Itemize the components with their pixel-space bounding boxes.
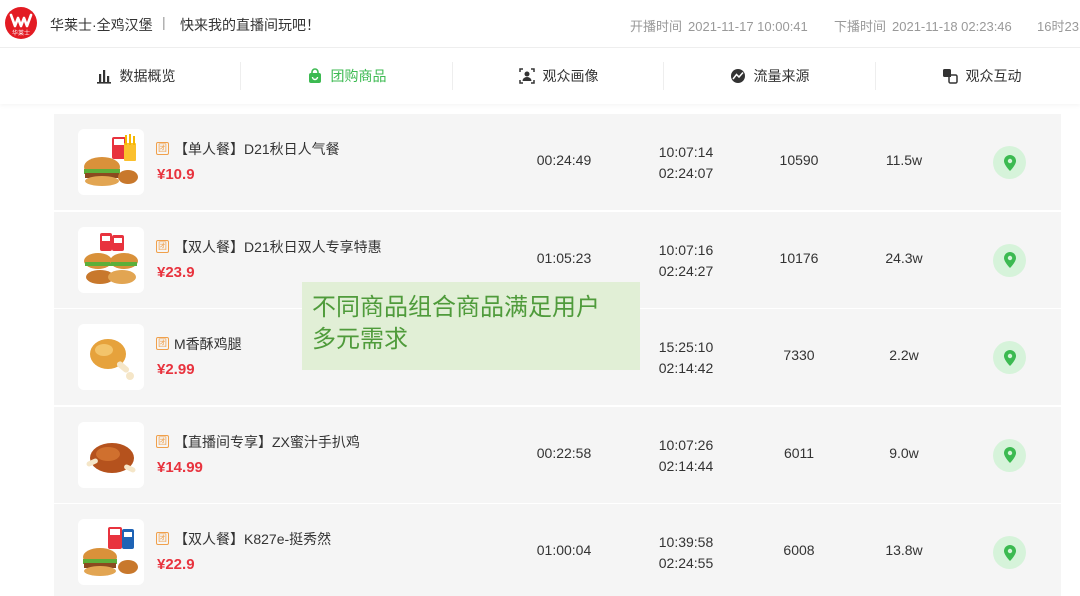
time-end: 02:24:07 bbox=[658, 165, 714, 181]
product-price: ¥22.9 bbox=[157, 556, 195, 573]
group-buy-tag: 团 bbox=[156, 337, 169, 350]
traffic-source-icon bbox=[730, 69, 745, 83]
explain-duration: 01:00:04 bbox=[536, 542, 592, 558]
location-pin-icon bbox=[1003, 154, 1016, 171]
tab-label: 流量来源 bbox=[753, 68, 810, 84]
explain-duration: 00:24:49 bbox=[536, 152, 592, 168]
location-pin-icon bbox=[1003, 252, 1016, 268]
location-pin-icon bbox=[1003, 349, 1016, 366]
double-combo-image bbox=[84, 232, 138, 284]
tab-label: 观众画像 bbox=[542, 68, 599, 84]
listing-time: 10:07:26 02:14:44 bbox=[646, 435, 726, 477]
locate-button[interactable] bbox=[993, 438, 1026, 472]
product-name[interactable]: 【单人餐】D21秋日人气餐 bbox=[174, 139, 340, 159]
live-slogan: 快来我的直播间玩吧！ bbox=[180, 17, 320, 33]
tab-traffic-source[interactable]: 流量来源 bbox=[664, 48, 875, 104]
tab-bar: 数据概览 团购商品 观众画像 流量来源 观众互动 bbox=[0, 48, 1080, 104]
sales-count: 10590 bbox=[779, 152, 819, 168]
locate-button[interactable] bbox=[993, 146, 1026, 179]
end-time-info: 下播时间 2021-11-18 02:23:46 bbox=[834, 16, 1012, 35]
table-row[interactable]: 团 【双人餐】K827e-挺秀然 ¥22.9 01:00:04 10:39:58… bbox=[54, 504, 1061, 596]
product-name[interactable]: 【双人餐】K827e-挺秀然 bbox=[174, 529, 331, 549]
location-pin-icon bbox=[1003, 447, 1016, 463]
shopping-bag-icon bbox=[308, 68, 321, 83]
product-image bbox=[78, 421, 144, 488]
product-image bbox=[78, 129, 144, 195]
locate-button[interactable] bbox=[993, 341, 1026, 374]
listing-time: 10:07:14 02:24:07 bbox=[646, 142, 726, 184]
bar-chart-icon bbox=[96, 70, 111, 84]
explain-duration: 00:22:58 bbox=[536, 444, 592, 461]
view-count: 11.5w bbox=[885, 152, 923, 168]
time-start: 10:39:58 bbox=[658, 534, 714, 550]
annotation-line-2: 多元需求 bbox=[312, 326, 408, 353]
locate-button[interactable] bbox=[993, 536, 1026, 569]
annotation-overlay: 不同商品组合商品满足用户 多元需求 bbox=[302, 282, 640, 370]
live-duration: 16时23 bbox=[1037, 19, 1079, 34]
tab-label: 团购商品 bbox=[330, 68, 387, 84]
end-time-value: 2021-11-18 02:23:46 bbox=[892, 19, 1012, 34]
user-portrait-icon bbox=[518, 68, 535, 84]
locate-button[interactable] bbox=[993, 243, 1026, 277]
listing-time: 10:07:16 02:24:27 bbox=[646, 240, 726, 282]
tab-audience-interaction[interactable]: 观众互动 bbox=[876, 48, 1080, 104]
time-start: 10:07:14 bbox=[658, 144, 714, 160]
listing-time: 15:25:10 02:14:42 bbox=[646, 337, 726, 379]
tab-group-products[interactable]: 团购商品 bbox=[241, 48, 452, 104]
start-time-info: 开播时间 2021-11-17 10:00:41 bbox=[630, 16, 808, 35]
time-end: 02:14:44 bbox=[658, 457, 714, 474]
product-price: ¥2.99 bbox=[157, 361, 195, 378]
sales-count: 10176 bbox=[779, 249, 819, 266]
product-image bbox=[78, 519, 144, 585]
group-buy-tag: 团 bbox=[156, 532, 169, 545]
sales-count: 6008 bbox=[783, 542, 815, 558]
product-name[interactable]: 【双人餐】D21秋日双人专享特惠 bbox=[174, 237, 382, 257]
time-end: 02:14:42 bbox=[658, 360, 714, 376]
listing-time: 10:39:58 02:24:55 bbox=[646, 532, 726, 574]
explain-duration: 01:05:23 bbox=[536, 249, 592, 266]
shop-name: 华莱士·全鸡汉堡 bbox=[50, 17, 153, 33]
roast-chicken-image bbox=[86, 442, 136, 473]
annotation-line-1: 不同商品组合商品满足用户 bbox=[312, 294, 600, 321]
tab-label: 观众互动 bbox=[965, 68, 1022, 84]
svg-text:华莱士: 华莱士 bbox=[12, 29, 30, 37]
table-row[interactable]: 团 【直播间专享】ZX蜜汁手扒鸡 ¥14.99 00:22:58 10:07:2… bbox=[54, 406, 1061, 503]
group-buy-tag: 团 bbox=[156, 434, 169, 448]
time-start: 10:07:26 bbox=[658, 436, 714, 453]
end-time-label: 下播时间 bbox=[834, 19, 887, 34]
time-end: 02:24:27 bbox=[658, 262, 714, 279]
burger-combo-image bbox=[83, 527, 138, 576]
group-buy-tag: 团 bbox=[156, 239, 169, 253]
product-name[interactable]: 【直播间专享】ZX蜜汁手扒鸡 bbox=[174, 432, 360, 452]
tab-label: 数据概览 bbox=[119, 68, 176, 84]
interaction-icon bbox=[942, 69, 958, 84]
view-count: 24.3w bbox=[885, 249, 923, 266]
start-time-label: 开播时间 bbox=[630, 19, 683, 34]
product-image bbox=[78, 324, 144, 390]
time-end: 02:24:55 bbox=[658, 555, 714, 571]
view-count: 2.2w bbox=[889, 347, 919, 363]
view-count: 13.8w bbox=[885, 542, 923, 558]
product-price: ¥23.9 bbox=[157, 263, 195, 281]
top-bar: 华莱士 华莱士·全鸡汉堡 | 快来我的直播间玩吧！ 开播时间 2021-11-17… bbox=[0, 0, 1080, 48]
wallace-logo: 华莱士 bbox=[5, 7, 37, 39]
group-buy-tag: 团 bbox=[156, 142, 169, 155]
location-pin-icon bbox=[1003, 544, 1016, 561]
product-name[interactable]: M香酥鸡腿 bbox=[174, 334, 242, 354]
time-start: 10:07:16 bbox=[658, 241, 714, 258]
sales-count: 7330 bbox=[783, 347, 815, 363]
tab-audience-profile[interactable]: 观众画像 bbox=[453, 48, 664, 104]
view-count: 9.0w bbox=[889, 444, 919, 461]
product-price: ¥14.99 bbox=[157, 458, 203, 476]
start-time-value: 2021-11-17 10:00:41 bbox=[688, 19, 808, 34]
sales-count: 6011 bbox=[783, 444, 815, 461]
product-image bbox=[78, 226, 144, 293]
burger-combo-image bbox=[84, 134, 138, 186]
title-separator: | bbox=[162, 14, 166, 30]
product-price: ¥10.9 bbox=[157, 166, 195, 183]
table-row[interactable]: 团 【单人餐】D21秋日人气餐 ¥10.9 00:24:49 10:07:14 … bbox=[54, 114, 1061, 210]
tab-data-overview[interactable]: 数据概览 bbox=[30, 48, 241, 104]
chicken-leg-image bbox=[90, 339, 134, 380]
time-start: 15:25:10 bbox=[658, 339, 714, 355]
